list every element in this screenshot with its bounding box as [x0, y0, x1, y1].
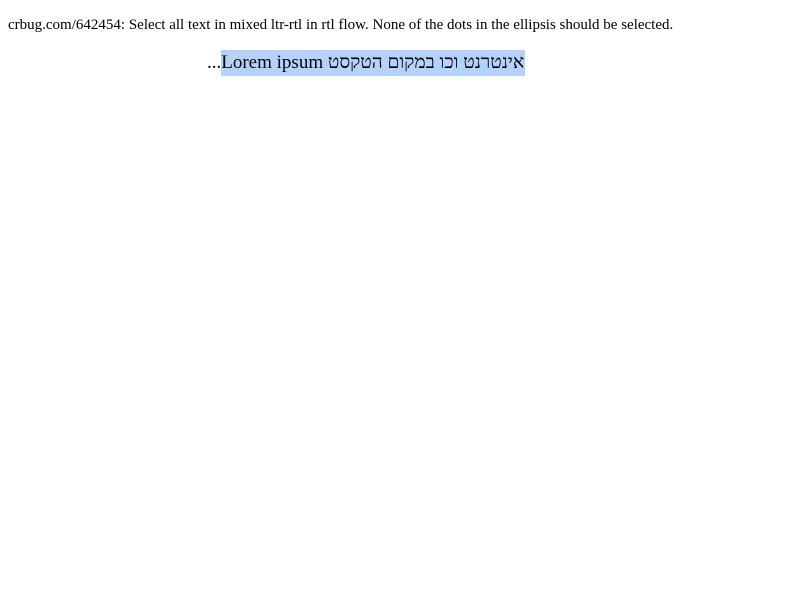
selected-text[interactable]: אינטרנט וכו במקום הטקסט Lorem ipsum: [221, 50, 526, 76]
ellipsis: ...: [207, 52, 222, 73]
mixed-direction-text-line[interactable]: ...אינטרנט וכו במקום הטקסט Lorem ipsum: [207, 50, 553, 76]
test-instructions: crbug.com/642454: Select all text in mix…: [8, 17, 674, 33]
test-page: { "instructions": "crbug.com/642454: Sel…: [0, 0, 800, 600]
